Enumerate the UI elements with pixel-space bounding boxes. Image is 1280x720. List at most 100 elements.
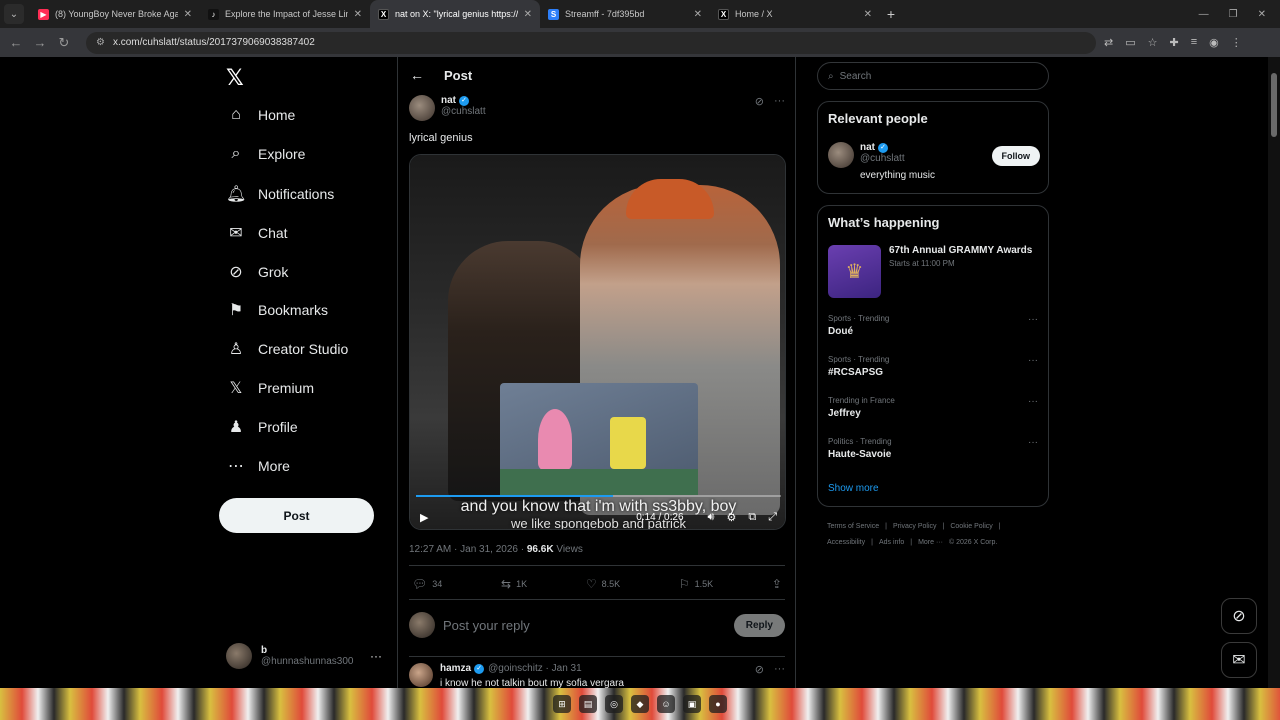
fullscreen-icon[interactable]: ⤢ <box>768 511 777 524</box>
trend-item[interactable]: Sports · Trending Doué ··· <box>828 314 1040 337</box>
reply-author-name[interactable]: hamza <box>440 663 471 674</box>
browser-tab[interactable]: S Streamff - 7df395bd ✕ <box>540 0 710 28</box>
forward-icon[interactable]: → <box>28 35 52 50</box>
nav-item-premium[interactable]: 𝕏 Premium <box>226 378 314 398</box>
repost-action[interactable]: ⇆ 1K <box>501 577 527 591</box>
media-icon[interactable]: ≡ <box>1191 36 1197 49</box>
app-icon[interactable]: ● <box>709 695 727 713</box>
app-icon[interactable]: ▣ <box>683 695 701 713</box>
follow-button[interactable]: Follow <box>991 146 1040 166</box>
more-icon[interactable]: ··· <box>1028 355 1038 366</box>
nav-item-profile[interactable]: ♟ Profile <box>226 417 298 437</box>
footer-link[interactable]: Privacy Policy <box>893 523 937 530</box>
post-timestamp[interactable]: 12:27 AM · Jan 31, 2026 · <box>409 544 527 555</box>
new-tab-button[interactable]: + <box>880 6 902 22</box>
browser-tab[interactable]: X Home / X ✕ <box>710 0 880 28</box>
more-icon[interactable]: ··· <box>1028 314 1038 325</box>
tab-search-icon[interactable]: ⌄ <box>4 4 24 24</box>
avatar[interactable] <box>828 142 854 168</box>
grok-icon[interactable]: ⊘ <box>755 95 764 121</box>
file-explorer-icon[interactable]: ▤ <box>579 695 597 713</box>
nav-item-more[interactable]: ⋯ More <box>226 456 290 476</box>
app-icon[interactable]: ◆ <box>631 695 649 713</box>
post-button[interactable]: Post <box>219 498 374 533</box>
url-input[interactable]: ⚙ x.com/cuhslatt/status/2017379069038387… <box>86 31 1096 54</box>
back-arrow-icon[interactable]: ← <box>410 67 424 83</box>
video-progress-bar[interactable] <box>416 495 781 497</box>
close-window-icon[interactable]: ✕ <box>1258 9 1266 20</box>
share-action[interactable]: ⇪ <box>772 577 782 591</box>
person-name[interactable]: nat ✓ <box>860 142 935 153</box>
avatar[interactable] <box>409 95 435 121</box>
site-info-icon[interactable]: ⚙ <box>96 37 105 48</box>
video-player[interactable]: and you know that i'm with ss3bby, boy w… <box>409 154 786 530</box>
reply-action[interactable]: 💬︎ 34 <box>412 577 442 591</box>
maximize-icon[interactable]: ❐ <box>1229 9 1238 20</box>
bookmark-star-icon[interactable]: ☆ <box>1148 36 1158 49</box>
browser-tab[interactable]: ♪ Explore the Impact of Jesse Lingard ✕ <box>200 0 370 28</box>
nav-item-explore[interactable]: ⌕ Explore <box>226 145 306 163</box>
footer-link[interactable]: Cookie Policy <box>950 523 992 530</box>
more-icon[interactable]: ··· <box>774 95 785 121</box>
avatar[interactable] <box>409 663 433 687</box>
nav-item-notifications[interactable]: 🔔︎ Notifications <box>226 184 334 204</box>
tab-title: Explore the Impact of Jesse Lingard <box>225 9 348 19</box>
chrome-icon[interactable]: ◎ <box>605 695 623 713</box>
x-logo[interactable]: 𝕏 <box>226 65 244 91</box>
reply-button[interactable]: Reply <box>733 613 785 637</box>
account-switcher[interactable]: b @hunnashunnas300 ··· <box>226 643 382 669</box>
browser-tab-active[interactable]: X nat on X: "lyrical genius https://... … <box>370 0 540 28</box>
scrollbar-thumb[interactable] <box>1271 73 1277 137</box>
reload-icon[interactable]: ↻ <box>52 35 76 51</box>
close-icon[interactable]: ✕ <box>184 9 192 20</box>
discord-icon[interactable]: ☺ <box>657 695 675 713</box>
close-icon[interactable]: ✕ <box>694 9 702 20</box>
close-icon[interactable]: ✕ <box>354 9 362 20</box>
nav-item-grok[interactable]: ⊘ Grok <box>226 262 288 282</box>
footer-link[interactable]: Ads info <box>879 539 904 546</box>
cast-icon[interactable]: ▭ <box>1125 36 1135 49</box>
footer-link[interactable]: More ··· <box>918 539 943 546</box>
browser-tab[interactable]: ▶ (8) YoungBoy Never Broke Again ✕ <box>30 0 200 28</box>
nav-item-chat[interactable]: ✉ Chat <box>226 223 287 243</box>
trend-item[interactable]: Politics · Trending Haute-Savoie ··· <box>828 437 1040 460</box>
reply-input[interactable]: Post your reply <box>443 618 530 633</box>
show-more-link[interactable]: Show more <box>828 483 879 494</box>
relevant-person[interactable]: nat ✓ @cuhslatt everything music Follow <box>828 142 1040 181</box>
start-icon[interactable]: ⊞ <box>553 695 571 713</box>
volume-icon[interactable]: 🔊︎ <box>708 511 715 524</box>
close-icon[interactable]: ✕ <box>524 9 532 20</box>
more-icon[interactable]: ··· <box>774 663 785 689</box>
more-icon[interactable]: ··· <box>1028 437 1038 448</box>
more-icon[interactable]: ··· <box>370 649 382 663</box>
pip-icon[interactable]: ⧉ <box>748 511 756 524</box>
profile-icon[interactable]: ◉ <box>1209 36 1219 49</box>
search-input[interactable]: ⌕ Search <box>817 62 1049 90</box>
author-name[interactable]: nat ✓ <box>441 95 486 106</box>
settings-icon[interactable]: ⚙ <box>726 511 736 524</box>
nav-item-bookmarks[interactable]: ⚑ Bookmarks <box>226 300 328 320</box>
translate-icon[interactable]: ⇄ <box>1104 36 1113 49</box>
bookmark-action[interactable]: ⚐ 1.5K <box>679 577 713 591</box>
like-action[interactable]: ♡ 8.5K <box>586 577 620 591</box>
event-item[interactable]: ♛ 67th Annual GRAMMY Awards Starts at 11… <box>828 245 1040 298</box>
page-scrollbar[interactable] <box>1268 57 1280 688</box>
minimize-icon[interactable]: — <box>1199 9 1209 20</box>
grok-icon[interactable]: ⊘ <box>755 663 764 689</box>
more-icon[interactable]: ··· <box>1028 396 1038 407</box>
play-icon[interactable]: ▶ <box>420 511 428 524</box>
trend-item[interactable]: Trending in France Jeffrey ··· <box>828 396 1040 419</box>
grok-fab-icon[interactable]: ⊘ <box>1221 598 1257 634</box>
extensions-icon[interactable]: ✚ <box>1170 36 1179 49</box>
nav-item-home[interactable]: ⌂ Home <box>226 106 295 124</box>
reply-item[interactable]: hamza ✓ @goinschitz · Jan 31 i know he not… <box>409 663 785 689</box>
trend-item[interactable]: Sports · Trending #RCSAPSG ··· <box>828 355 1040 378</box>
messages-fab-icon[interactable]: ✉ <box>1221 642 1257 678</box>
nav-item-creator-studio[interactable]: ♙ Creator Studio <box>226 339 348 359</box>
author-handle[interactable]: @cuhslatt <box>441 106 486 117</box>
footer-link[interactable]: Accessibility <box>827 539 865 546</box>
close-icon[interactable]: ✕ <box>864 9 872 20</box>
back-icon[interactable]: ← <box>4 35 28 50</box>
footer-link[interactable]: Terms of Service <box>827 523 879 530</box>
menu-icon[interactable]: ⋮ <box>1231 36 1242 49</box>
